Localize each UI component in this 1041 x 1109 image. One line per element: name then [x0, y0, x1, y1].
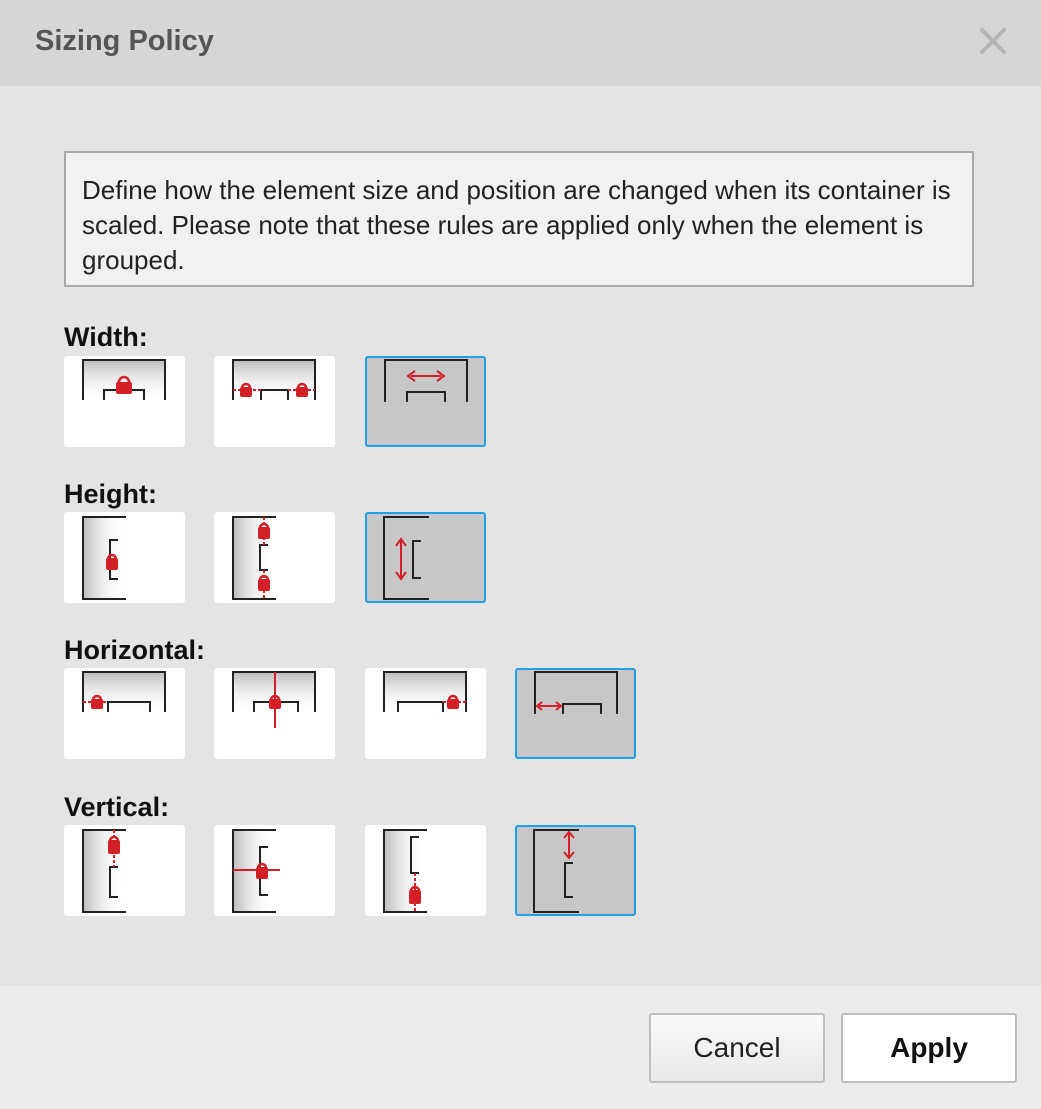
align-top-icon — [82, 829, 126, 913]
align-left-icon — [82, 671, 166, 714]
vertical-option-bottom[interactable] — [365, 825, 486, 916]
horizontal-option-scale[interactable] — [515, 668, 636, 759]
width-label: Width: — [64, 322, 148, 352]
horizontal-option-right[interactable] — [365, 668, 486, 759]
align-center-icon — [232, 671, 316, 728]
align-bottom-icon — [383, 829, 427, 913]
dialog-title: Sizing Policy — [35, 25, 214, 57]
width-fixed-icon — [82, 359, 166, 402]
height-anchored-both-icon — [232, 516, 276, 600]
align-middle-icon — [232, 829, 280, 913]
vertical-scale-icon — [533, 829, 579, 913]
height-stretch-icon — [383, 516, 429, 600]
height-label: Height: — [64, 479, 157, 509]
cancel-button[interactable]: Cancel — [649, 1013, 825, 1083]
width-anchored-both-icon — [232, 359, 316, 402]
height-option-stretch[interactable] — [365, 512, 486, 603]
close-icon[interactable] — [974, 22, 1012, 60]
width-option-anchored[interactable] — [214, 356, 335, 447]
description-box: Define how the element size and position… — [64, 151, 974, 287]
vertical-label: Vertical: — [64, 792, 170, 822]
height-option-anchored[interactable] — [214, 512, 335, 603]
apply-button[interactable]: Apply — [841, 1013, 1017, 1083]
vertical-option-middle[interactable] — [214, 825, 335, 916]
width-option-stretch[interactable] — [365, 356, 486, 447]
height-fixed-icon — [82, 516, 126, 600]
width-option-fixed[interactable] — [64, 356, 185, 447]
vertical-option-scale[interactable] — [515, 825, 636, 916]
dialog-titlebar: Sizing Policy — [0, 0, 1041, 86]
align-right-icon — [383, 671, 467, 714]
height-option-fixed[interactable] — [64, 512, 185, 603]
horizontal-label: Horizontal: — [64, 635, 205, 665]
horizontal-scale-icon — [534, 671, 618, 714]
horizontal-option-left[interactable] — [64, 668, 185, 759]
horizontal-option-center[interactable] — [214, 668, 335, 759]
vertical-option-top[interactable] — [64, 825, 185, 916]
width-stretch-icon — [384, 359, 468, 402]
